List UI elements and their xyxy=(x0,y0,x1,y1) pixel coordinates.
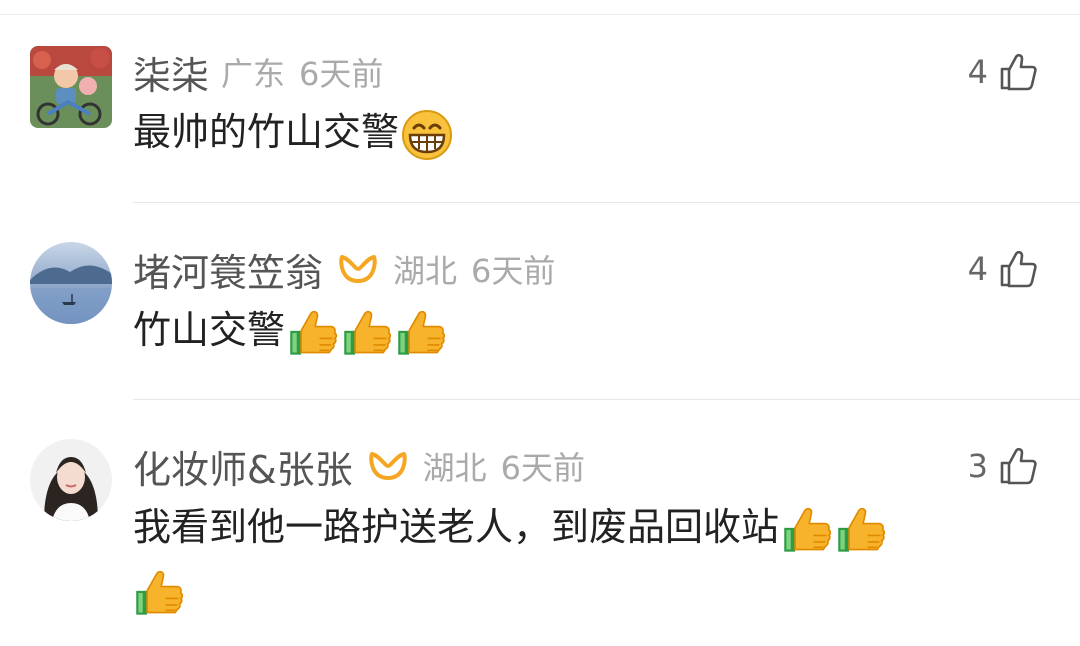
thumbs-up-emoji-icon xyxy=(287,307,339,359)
like-count: 3 xyxy=(967,447,988,485)
verified-badge-icon xyxy=(367,448,409,484)
thumbs-up-emoji-icon xyxy=(341,307,393,359)
comment-text: 我看到他一路护送老人，到废品回收站 xyxy=(133,497,887,557)
like-button[interactable]: 4 xyxy=(968,244,1038,294)
top-divider xyxy=(0,14,1080,15)
like-button[interactable]: 3 xyxy=(968,441,1038,491)
comment-text: 竹山交警 xyxy=(133,300,447,360)
divider xyxy=(133,202,1080,203)
location: 广东 xyxy=(221,55,286,93)
thumbs-up-emoji-icon xyxy=(395,307,447,359)
avatar[interactable] xyxy=(30,242,112,324)
comment-text-body: 最帅的竹山交警 xyxy=(133,110,400,154)
comment-text-body: 竹山交警 xyxy=(133,308,286,352)
location: 湖北 xyxy=(393,252,458,290)
thumbs-up-icon[interactable] xyxy=(998,52,1038,92)
thumbs-up-emoji-icon xyxy=(835,504,887,556)
comment-text: 最帅的竹山交警 xyxy=(133,102,453,162)
verified-badge-icon xyxy=(337,251,379,287)
like-button[interactable]: 4 xyxy=(968,47,1038,97)
username[interactable]: 堵河簑笠翁 xyxy=(133,242,323,297)
thumbs-up-icon[interactable] xyxy=(998,249,1038,289)
like-count: 4 xyxy=(967,53,988,91)
avatar[interactable] xyxy=(30,46,112,128)
timestamp: 6天前 xyxy=(471,252,556,290)
thumbs-up-emoji-icon xyxy=(133,567,185,619)
thumbs-up-emoji-icon xyxy=(781,504,833,556)
comment-text-body: 我看到他一路护送老人，到废品回收站 xyxy=(133,505,780,549)
username[interactable]: 柒柒 xyxy=(133,45,209,100)
comment-text-line2 xyxy=(133,560,185,620)
like-count: 4 xyxy=(967,250,988,288)
location: 湖北 xyxy=(422,449,487,487)
comment-meta: 化妆师&张张 湖北 6天前 xyxy=(133,439,586,494)
comment-meta: 柒柒 广东 6天前 xyxy=(133,45,384,100)
timestamp: 6天前 xyxy=(299,55,384,93)
timestamp: 6天前 xyxy=(500,449,586,487)
divider xyxy=(133,399,1080,400)
avatar[interactable] xyxy=(30,439,112,521)
comment-meta: 堵河簑笠翁 湖北 6天前 xyxy=(133,242,556,297)
thumbs-up-icon[interactable] xyxy=(998,446,1038,486)
username[interactable]: 化妆师&张张 xyxy=(133,439,353,494)
grin-emoji-icon xyxy=(401,109,453,161)
